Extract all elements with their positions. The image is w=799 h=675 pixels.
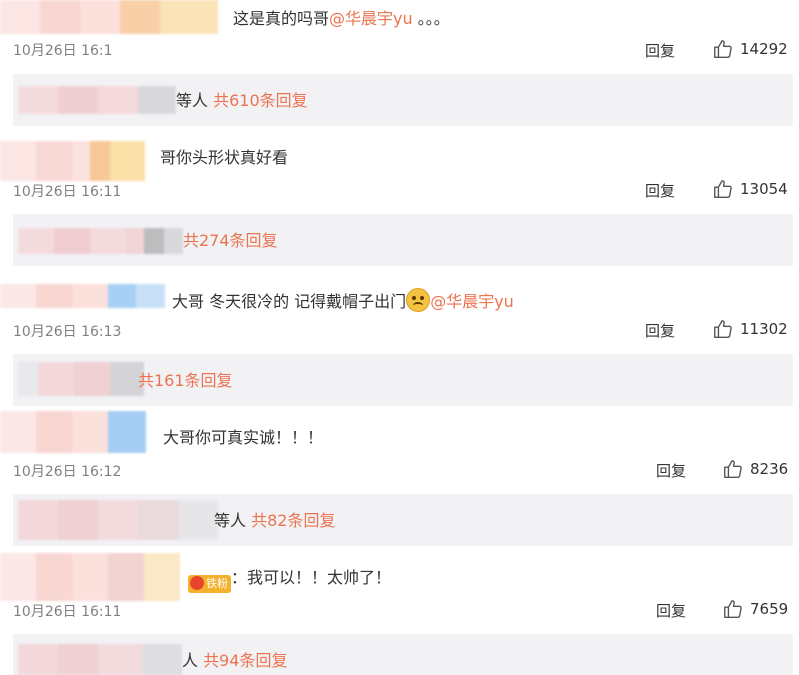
user-mention-link[interactable]: @华晨宇yu [329,9,413,28]
thumbs-up-icon [714,180,732,198]
reply-button[interactable]: 回复 [656,600,686,621]
comment-timestamp: 10月26日 16:12 [13,464,122,480]
comment-text: 大哥 冬天很冷的 记得戴帽子出门 @华晨宇yu [172,288,514,312]
thumbs-up-icon [714,40,732,58]
like-button[interactable]: 13054 [712,178,788,200]
blurred-username [0,141,145,181]
like-count: 13054 [740,180,788,198]
reply-summary-text[interactable]: 等人 共610条回复 [176,91,308,111]
like-button[interactable]: 14292 [712,38,788,60]
like-button[interactable]: 7659 [722,598,788,620]
comment-text: 大哥你可真实诚！！！ [163,428,324,447]
reply-button[interactable]: 回复 [645,320,675,341]
reply-summary-text[interactable]: 共274条回复 [183,231,278,251]
reply-button[interactable]: 回复 [656,460,686,481]
like-count: 7659 [750,600,789,618]
like-count: 11302 [740,320,788,338]
blurred-usernames [18,500,218,540]
blurred-usernames [18,228,183,254]
reply-summary-text[interactable]: 人 共94条回复 [182,651,287,671]
comment-timestamp: 10月26日 16:11 [13,184,122,200]
blurred-username [0,553,180,601]
blurred-usernames [18,362,144,396]
comment-timestamp: 10月26日 16:11 [13,604,122,620]
comment-text: 铁粉 ：我可以！！太帅了！ [188,568,391,593]
like-count: 8236 [750,460,789,478]
like-count: 14292 [740,40,788,58]
fan-badge-icon: 铁粉 [188,575,231,593]
thumbs-up-icon [724,460,742,478]
reply-button[interactable]: 回复 [645,180,675,201]
blurred-usernames [18,86,176,114]
thumbs-up-icon [724,600,742,618]
like-button[interactable]: 11302 [712,318,788,340]
reply-summary-text[interactable]: 共161条回复 [138,371,233,391]
thumbs-up-icon [714,320,732,338]
comment-text: 这是真的吗哥@华晨宇yu 。。。 [233,9,450,28]
blurred-username [0,0,218,34]
comment-text: 哥你头形状真好看 [160,148,289,167]
comment-timestamp: 10月26日 16:1 [13,43,113,59]
blurred-usernames [18,644,182,675]
reply-summary-text[interactable]: 等人 共82条回复 [214,511,335,531]
blurred-username [0,411,146,453]
comment-timestamp: 10月26日 16:13 [13,324,122,340]
like-button[interactable]: 8236 [722,458,788,480]
reply-button[interactable]: 回复 [645,40,675,61]
blurred-username [0,284,165,308]
user-mention-link[interactable]: @华晨宇yu [430,292,514,311]
crying-laughing-emoji-icon [406,288,431,312]
